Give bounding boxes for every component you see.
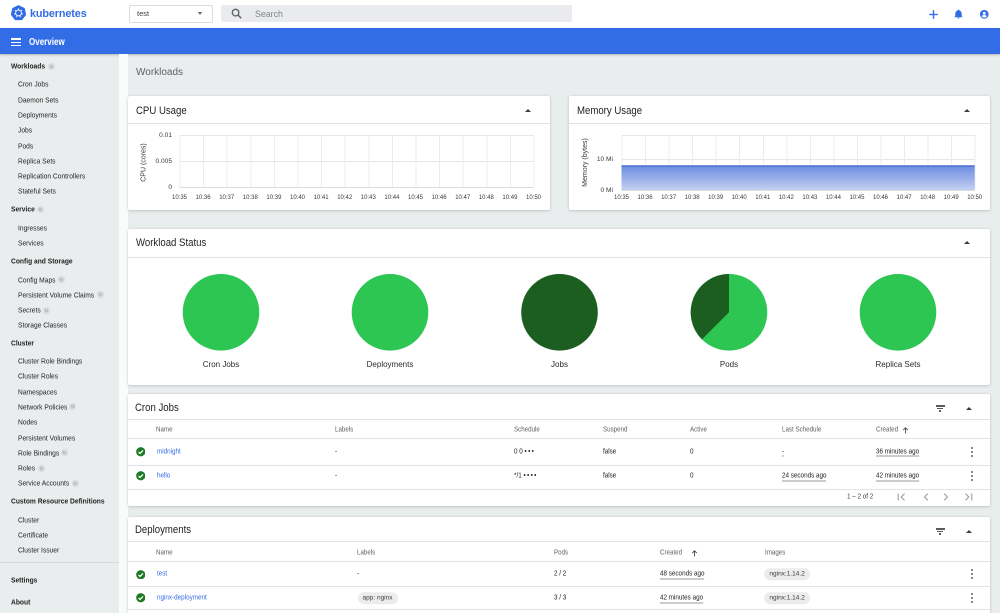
svg-text:10:40: 10:40 xyxy=(732,195,748,201)
svg-text:Memory (bytes): Memory (bytes) xyxy=(582,138,589,187)
svg-text:10:36: 10:36 xyxy=(638,195,654,201)
svg-text:10:35: 10:35 xyxy=(614,195,630,201)
svg-text:10:46: 10:46 xyxy=(432,195,448,201)
svg-text:10:39: 10:39 xyxy=(266,195,282,201)
svg-text:CPU (cores): CPU (cores) xyxy=(140,143,147,182)
svg-text:10:41: 10:41 xyxy=(314,195,330,201)
svg-text:Deployments: Deployments xyxy=(367,360,414,369)
svg-text:10:48: 10:48 xyxy=(479,195,495,201)
svg-text:10:38: 10:38 xyxy=(685,195,701,201)
svg-text:10 Mi: 10 Mi xyxy=(597,156,614,163)
svg-text:10:49: 10:49 xyxy=(502,195,518,201)
svg-text:10:42: 10:42 xyxy=(337,195,353,201)
svg-text:10:35: 10:35 xyxy=(172,195,188,201)
svg-text:10:47: 10:47 xyxy=(897,195,913,201)
svg-text:10:44: 10:44 xyxy=(384,195,400,201)
svg-text:10:38: 10:38 xyxy=(243,195,259,201)
svg-text:0 Mi: 0 Mi xyxy=(601,187,614,194)
svg-text:10:50: 10:50 xyxy=(526,195,542,201)
svg-text:Cron Jobs: Cron Jobs xyxy=(203,360,239,369)
svg-text:10:47: 10:47 xyxy=(455,195,471,201)
svg-text:10:37: 10:37 xyxy=(219,195,235,201)
svg-text:10:43: 10:43 xyxy=(802,195,818,201)
svg-text:10:45: 10:45 xyxy=(849,195,865,201)
svg-text:10:45: 10:45 xyxy=(408,195,424,201)
svg-text:Pods: Pods xyxy=(720,360,738,369)
svg-text:10:42: 10:42 xyxy=(779,195,795,201)
svg-text:10:48: 10:48 xyxy=(920,195,936,201)
svg-text:10:46: 10:46 xyxy=(873,195,889,201)
svg-text:0: 0 xyxy=(168,184,172,191)
svg-text:10:44: 10:44 xyxy=(826,195,842,201)
svg-text:10:37: 10:37 xyxy=(661,195,677,201)
svg-text:10:49: 10:49 xyxy=(944,195,960,201)
svg-text:10:40: 10:40 xyxy=(290,195,306,201)
svg-text:10:50: 10:50 xyxy=(967,195,983,201)
svg-text:Jobs: Jobs xyxy=(551,360,568,369)
svg-text:10:43: 10:43 xyxy=(361,195,377,201)
svg-text:0.005: 0.005 xyxy=(155,158,172,165)
svg-text:10:41: 10:41 xyxy=(755,195,771,201)
svg-text:Replica Sets: Replica Sets xyxy=(876,360,921,369)
svg-text:0.01: 0.01 xyxy=(159,132,172,139)
svg-text:10:39: 10:39 xyxy=(708,195,724,201)
svg-text:10:36: 10:36 xyxy=(196,195,212,201)
